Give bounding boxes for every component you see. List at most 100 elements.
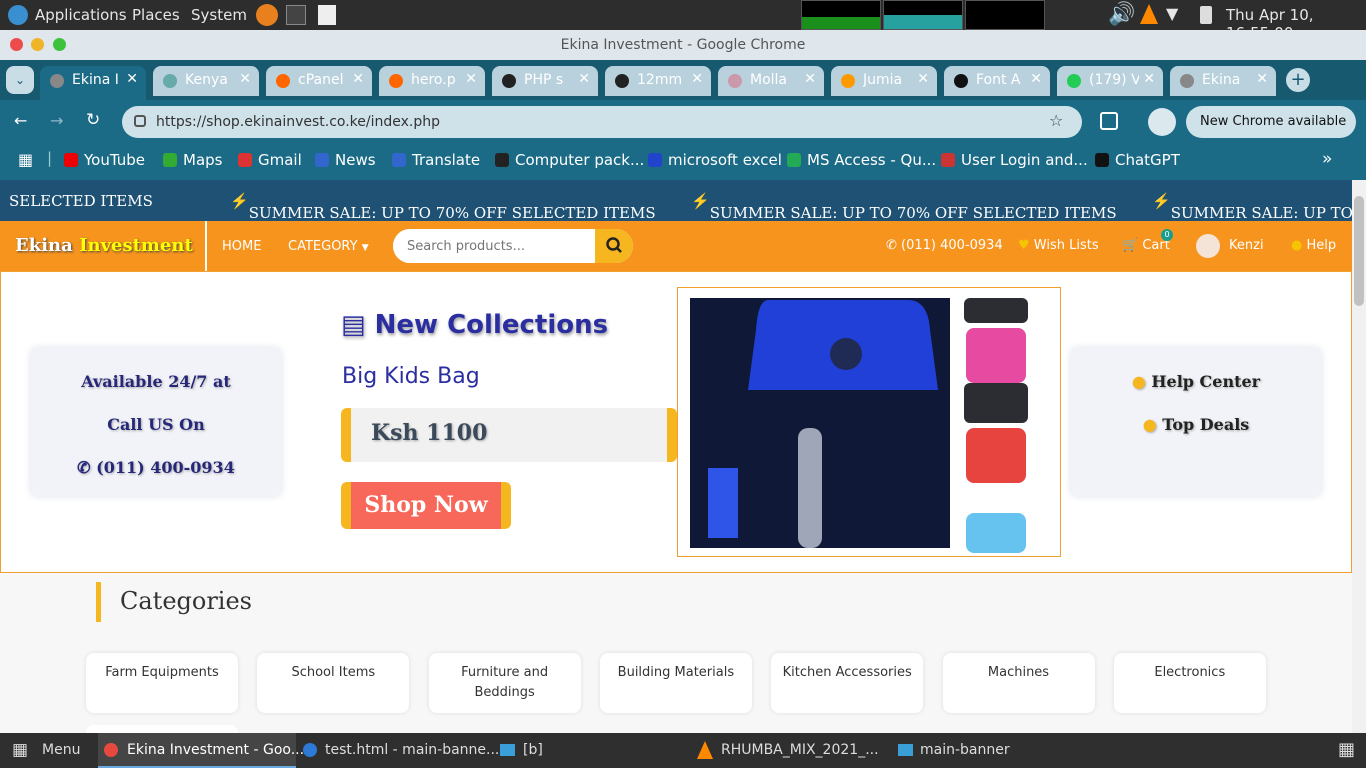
apps-grid-icon[interactable]: ▦ (18, 150, 33, 169)
product-image[interactable] (677, 287, 1061, 557)
user-avatar[interactable] (1196, 234, 1220, 258)
tab-4[interactable]: PHP s ✕ (492, 66, 598, 96)
minimize-window-button[interactable] (31, 38, 44, 51)
tab-3[interactable]: hero.p ✕ (379, 66, 485, 96)
ticker-item: ⚡SUMMER SALE: UP TO 70 (1152, 192, 1352, 221)
nav-category-dropdown[interactable]: CATEGORY ▼ (288, 239, 369, 254)
terminal-icon[interactable] (286, 5, 306, 25)
close-tab-icon[interactable]: ✕ (1256, 71, 1268, 87)
taskbar-item-main-banner[interactable]: main-banner (920, 742, 1010, 758)
bookmark-2[interactable]: Gmail (238, 151, 302, 169)
hero-banner: Available 24/7 at Call US On ✆ (011) 400… (0, 271, 1352, 573)
close-tab-icon[interactable]: ✕ (1143, 71, 1155, 87)
scrollbar-thumb[interactable] (1354, 196, 1364, 306)
distro-logo-icon[interactable] (8, 5, 28, 25)
bookmark-1[interactable]: Maps (163, 151, 222, 169)
close-tab-icon[interactable]: ✕ (1030, 71, 1042, 87)
bookmark-star-icon[interactable]: ☆ (1049, 111, 1063, 130)
forward-icon[interactable]: → (50, 111, 63, 130)
category-card[interactable]: Electronics (1113, 653, 1266, 713)
tab-1[interactable]: Kenya ✕ (153, 66, 259, 96)
tab-0[interactable]: Ekina I ✕ (40, 66, 146, 100)
nav-help[interactable]: ● Help (1291, 238, 1336, 253)
wifi-icon[interactable]: ▼ (1166, 4, 1178, 23)
battery-icon[interactable] (1200, 6, 1212, 24)
tab-2[interactable]: cPanel ✕ (266, 66, 372, 96)
back-icon[interactable]: ← (14, 111, 27, 130)
search-input[interactable] (393, 229, 593, 263)
bookmark-7[interactable]: MS Access - Qu... (787, 151, 936, 169)
tab-5[interactable]: 12mm ✕ (605, 66, 711, 96)
tab-9[interactable]: (179) V ✕ (1057, 66, 1163, 96)
extensions-icon[interactable] (1100, 112, 1118, 130)
page-scrollbar[interactable] (1352, 180, 1366, 733)
web-page: SELECTED ITEMS ⚡ SUMMER SALE: UP TO 70% O… (0, 180, 1352, 733)
site-info-icon[interactable] (134, 115, 146, 127)
category-card[interactable]: Farm Equipments (86, 653, 238, 713)
tab-6[interactable]: Molla ✕ (718, 66, 824, 96)
vlc-tray-icon[interactable] (1140, 4, 1158, 24)
volume-icon[interactable]: 🔊 (1108, 2, 1135, 27)
site-logo[interactable]: Ekina Investment Ltd (0, 221, 207, 306)
more-bookmarks-icon[interactable]: » (1322, 149, 1332, 169)
shop-now-button[interactable]: Shop Now (341, 482, 511, 529)
top-deals-link[interactable]: ● Top Deals (1071, 415, 1321, 434)
chrome-update-button[interactable]: New Chrome available (1186, 106, 1356, 138)
close-tab-icon[interactable]: ✕ (917, 71, 929, 87)
bookmark-9[interactable]: ChatGPT (1095, 151, 1180, 169)
show-desktop-icon[interactable]: ▦ (1338, 739, 1355, 760)
menu-grid-icon[interactable]: ▦ (12, 740, 28, 760)
bookmark-8[interactable]: User Login and... (941, 151, 1088, 169)
close-tab-icon[interactable]: ✕ (804, 71, 816, 87)
new-tab-button[interactable]: + (1286, 68, 1310, 92)
category-card[interactable]: Machines (942, 653, 1095, 713)
tab-search-button[interactable]: ⌄ (6, 66, 34, 94)
category-card[interactable]: Kitchen Accessories (771, 653, 924, 713)
profile-avatar[interactable] (1148, 108, 1176, 136)
ticker-item: ⚡ SUMMER SALE: UP TO 70% OFF SELECTED ITE… (230, 192, 656, 221)
search-button[interactable] (595, 229, 633, 263)
close-tab-icon[interactable]: ✕ (465, 71, 477, 87)
bookmark-3[interactable]: News (315, 151, 376, 169)
nav-home-link[interactable]: HOME (222, 239, 261, 254)
bookmark-5[interactable]: Computer pack... (495, 151, 644, 169)
category-card[interactable]: Building Materials (599, 653, 752, 713)
url-field[interactable]: https://shop.ekinainvest.co.ke/index.php (122, 106, 1082, 138)
tab-10[interactable]: Ekina ✕ (1170, 66, 1276, 96)
close-tab-icon[interactable]: ✕ (578, 71, 590, 87)
taskbar-item-vlc[interactable]: RHUMBA_MIX_2021_... (721, 742, 879, 758)
bookmark-0[interactable]: YouTube (64, 151, 145, 169)
maximize-window-button[interactable] (53, 38, 66, 51)
menu-places[interactable]: Places (132, 6, 180, 24)
system-top-bar: Applications Places System 🔊 ▼ Thu Apr 1… (0, 0, 1366, 42)
help-center-link[interactable]: ● Help Center (1071, 372, 1321, 391)
nav-wishlist[interactable]: ♥ Wish Lists (1018, 238, 1099, 253)
tab-7[interactable]: Jumia ✕ (831, 66, 937, 96)
reload-icon[interactable]: ↻ (86, 110, 100, 130)
question-icon: ● (1131, 372, 1146, 391)
network-graph (965, 0, 1045, 30)
menu-applications[interactable]: Applications (35, 6, 127, 24)
nav-user[interactable]: Kenzi (1229, 238, 1264, 253)
taskbar-item-editor[interactable]: test.html - main-banne... (325, 742, 499, 758)
close-tab-icon[interactable]: ✕ (126, 71, 138, 87)
nav-phone[interactable]: ✆ (011) 400-0934 (886, 238, 1003, 253)
nav-cart[interactable]: 🛒 Cart (1122, 238, 1170, 253)
category-card[interactable]: School Items (257, 653, 410, 713)
taskbar-item-chrome[interactable]: Ekina Investment - Goo... (127, 742, 304, 758)
bookmark-4[interactable]: Translate (392, 151, 480, 169)
bookmark-6[interactable]: microsoft excel (648, 151, 782, 169)
close-tab-icon[interactable]: ✕ (691, 71, 703, 87)
close-tab-icon[interactable]: ✕ (239, 71, 251, 87)
close-tab-icon[interactable]: ✕ (352, 71, 364, 87)
firefox-icon[interactable] (256, 4, 278, 26)
category-card-partial[interactable] (86, 725, 238, 733)
hero-phone[interactable]: ✆ (011) 400-0934 (31, 458, 281, 477)
tab-8[interactable]: Font A ✕ (944, 66, 1050, 96)
taskbar-menu[interactable]: Menu (42, 742, 80, 758)
category-card[interactable]: Furniture and Beddings (428, 653, 581, 713)
close-window-button[interactable] (10, 38, 23, 51)
taskbar-item-folder-b[interactable]: [b] (523, 742, 543, 758)
menu-system[interactable]: System (191, 6, 247, 24)
text-editor-icon[interactable] (318, 5, 336, 25)
